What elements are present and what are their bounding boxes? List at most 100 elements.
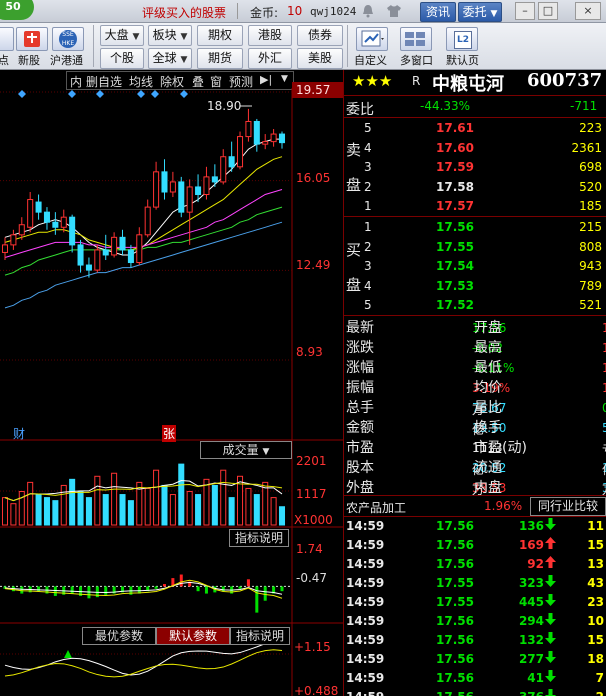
stock-code: 600737 (527, 70, 603, 91)
volume-bar (262, 481, 269, 526)
arrow-down-icon (545, 689, 556, 696)
sell-level-row[interactable]: 2 17.58 520 (344, 178, 606, 197)
weibi-row: 委比 -44.33% -711 (344, 97, 606, 118)
tick-time: 14:59 (346, 538, 385, 552)
futures-button[interactable]: 期货 (197, 48, 243, 69)
us-stocks-button[interactable]: 美股 (297, 48, 343, 69)
sell-level-row[interactable]: 1 17.57 185 (344, 197, 606, 216)
tick-volume: 132 (518, 633, 544, 647)
level-number: 5 (364, 298, 372, 312)
compare-industry-button[interactable]: 同行业比较 (530, 497, 606, 516)
restore-button[interactable]: □ (538, 2, 558, 20)
global-button[interactable]: 全球 ▼ (148, 48, 192, 69)
buy-level-row[interactable]: 3 17.54 943 (344, 257, 606, 276)
buy-level-row[interactable]: 4 17.53 789 (344, 277, 606, 296)
buy-price: 17.52 (436, 298, 474, 312)
rated-buy-link[interactable]: 评级买入的股票 (142, 4, 226, 21)
buy-level-row[interactable]: 1 17.56 215 (344, 218, 606, 237)
stat-row: 最新17.56开盘17.51 (344, 317, 606, 336)
multi-window-label: 多窗口 (400, 54, 433, 67)
sell-level-row[interactable]: 4 17.60 2361 (344, 139, 606, 158)
event-marker-icon (68, 90, 76, 98)
stock-button[interactable]: 个股 (100, 48, 144, 69)
macd-bar (280, 586, 284, 592)
options-button[interactable]: 期权 (197, 25, 243, 46)
default-page-icon[interactable]: L2 (446, 27, 478, 51)
buy-price: 17.54 (436, 259, 474, 273)
sector-row[interactable]: 农产品加工 1.96% 同行业比较 (344, 495, 606, 517)
shirt-icon[interactable] (386, 3, 402, 17)
volume-bar (27, 481, 34, 526)
kline-chart-pane[interactable]: 内 删自选 均线 除权 叠 窗 预测 ▶| ▼ 19.57 16.05 12.4… (0, 70, 343, 696)
candle-body (43, 211, 50, 223)
tab-indicator-help[interactable]: 指标说明 (230, 627, 290, 645)
sell-volume: 185 (579, 199, 602, 213)
multi-window-icon[interactable] (400, 27, 432, 51)
tick-count: 15 (587, 538, 604, 552)
candle-body (127, 249, 134, 264)
tick-volume: 136 (518, 519, 544, 533)
volume-bar (35, 494, 42, 526)
candle-body (278, 133, 286, 144)
tick-time: 14:59 (346, 595, 385, 609)
candle-body (94, 249, 101, 271)
close-button[interactable]: × (575, 2, 601, 20)
custom-icon[interactable] (356, 27, 388, 51)
buy-volume: 521 (579, 298, 602, 312)
entrust-button[interactable]: 委托 ▼ (458, 2, 502, 22)
bonds-button[interactable]: 债券 (297, 25, 343, 46)
buy-level-row[interactable]: 5 17.52 521 (344, 296, 606, 315)
macd-bar (53, 586, 57, 596)
username[interactable]: qwj1024 (310, 5, 356, 18)
volume-bar (186, 491, 193, 526)
tick-price: 17.56 (436, 633, 474, 647)
volume-bar (52, 500, 59, 526)
bell-icon[interactable] (361, 3, 375, 18)
new-stock-label: 新股 (18, 54, 40, 67)
new-stock-icon[interactable] (16, 27, 48, 51)
market-button[interactable]: 大盘 ▼ (100, 25, 144, 46)
volume-bar (253, 494, 260, 526)
tick-row: 14:59 17.56 376 2 (344, 688, 606, 696)
tick-row: 14:59 17.56 136 11 (344, 517, 606, 536)
candle-body (211, 176, 218, 183)
event-marker-icon (137, 90, 145, 98)
sector-button[interactable]: 板块 ▼ (148, 25, 192, 46)
indicator-help-button[interactable]: 指标说明 (229, 529, 289, 547)
volume-bar (278, 506, 286, 526)
volume-axis-label: 1117 (296, 487, 327, 501)
buy-volume: 215 (579, 220, 602, 234)
moving-average-line (4, 156, 283, 251)
tick-count: 10 (587, 614, 604, 628)
volume-bar (270, 497, 277, 526)
weibi-label: 委比 (346, 102, 374, 118)
info-button[interactable]: 资讯 (420, 2, 456, 22)
sell-volume: 698 (579, 160, 602, 174)
forex-button[interactable]: 外汇 (248, 48, 292, 69)
candle-body (52, 221, 59, 228)
tab-default-params[interactable]: 默认参数 (156, 627, 230, 645)
hk-connect-icon[interactable]: SSE HKE (52, 27, 84, 51)
sell-label: 盘 (346, 176, 362, 194)
sell-volume: 520 (579, 179, 602, 194)
sell-level-row[interactable]: 3 17.59 698 (344, 158, 606, 177)
buy-level-row[interactable]: 2 17.55 808 (344, 238, 606, 257)
volume-selector[interactable]: 成交量 ▼ (200, 441, 292, 459)
tick-price: 17.56 (436, 671, 474, 685)
stat-label: 内盘 (474, 480, 502, 496)
event-marker-icon (180, 90, 188, 98)
cut-off-icon[interactable] (0, 27, 14, 51)
sell-price: 17.58 (436, 179, 474, 194)
finance-marker[interactable]: 财 (13, 425, 25, 442)
hk-stocks-button[interactable]: 港股 (248, 25, 292, 46)
candle-body (228, 156, 235, 168)
minimize-button[interactable]: – (515, 2, 535, 20)
coins-value: 10 (287, 4, 303, 18)
rise-marker[interactable]: 张 (162, 425, 177, 442)
sell-level-row[interactable]: 5 17.61 223 (344, 119, 606, 138)
candle-body (262, 141, 269, 145)
stock-name: 中粮屯河 (432, 74, 504, 95)
tab-best-params[interactable]: 最优参数 (82, 627, 156, 645)
macd-bar (20, 586, 24, 594)
stat-label: 量比 (474, 400, 502, 416)
